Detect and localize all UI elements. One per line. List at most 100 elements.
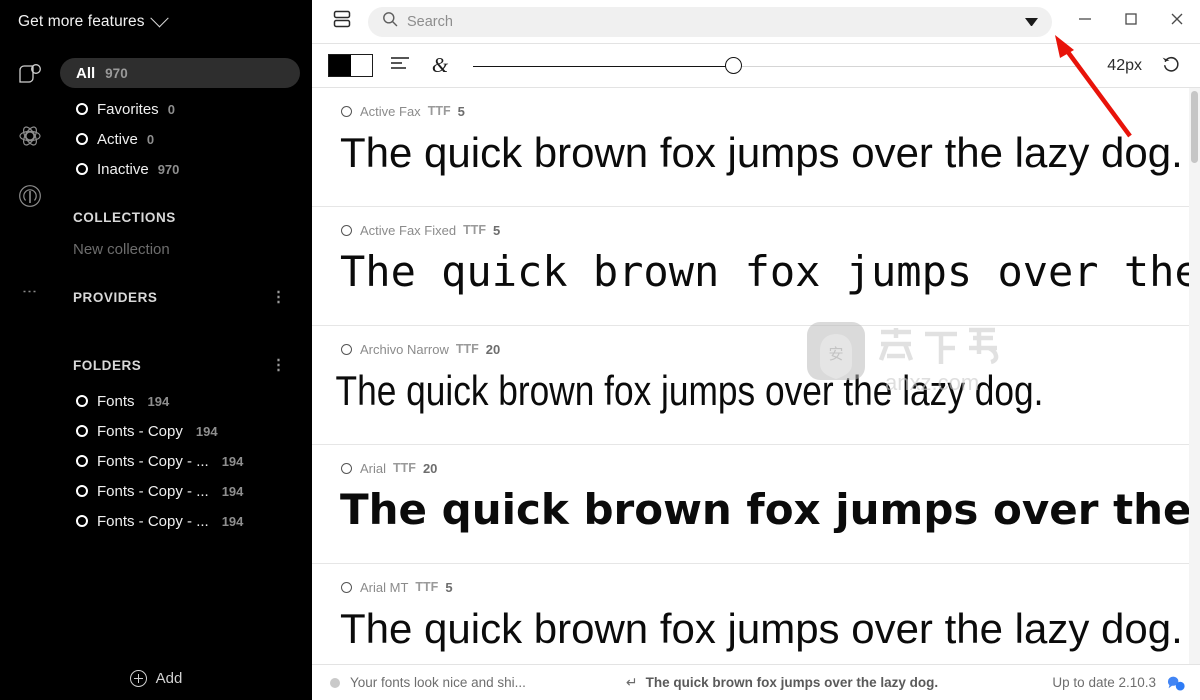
font-sample-text: The quick brown fox jumps over the lazy … <box>340 605 1183 652</box>
new-collection-label: New collection <box>73 240 170 258</box>
panel-layout-toggle[interactable] <box>324 7 360 37</box>
font-row[interactable]: Arial MT TTF 5 The quick brown fox jumps… <box>312 564 1189 664</box>
search-input[interactable] <box>407 13 1016 30</box>
providers-more-icon[interactable]: ⋮ <box>271 290 286 305</box>
sidebar-item-favorites-label: Favorites <box>97 100 159 118</box>
folders-more-icon[interactable]: ⋮ <box>271 358 286 373</box>
circle-icon <box>76 395 88 407</box>
font-size-slider[interactable] <box>473 55 1078 77</box>
caret-down-icon[interactable] <box>1025 17 1038 26</box>
font-size-value: 42px <box>1107 56 1142 74</box>
font-list-area: Active Fax TTF 5 The quick brown fox jum… <box>312 88 1200 664</box>
status-bar: Your fonts look nice and shi... ↵ The qu… <box>312 664 1200 700</box>
font-style-count: 5 <box>457 103 465 119</box>
titlebar <box>312 0 1200 44</box>
chat-bubble-icon[interactable] <box>1166 674 1186 692</box>
providers-title: PROVIDERS <box>73 289 158 305</box>
activate-toggle-icon[interactable] <box>341 105 352 117</box>
folder-count: 194 <box>221 483 244 499</box>
status-preview-text: The quick brown fox jumps over the lazy … <box>645 675 939 690</box>
folder-item[interactable]: Fonts - Copy 194 <box>60 416 312 446</box>
version-status: Up to date 2.10.3 <box>1052 675 1156 690</box>
font-row[interactable]: Active Fax TTF 5 The quick brown fox jum… <box>312 88 1189 207</box>
activate-toggle-icon[interactable] <box>341 224 352 236</box>
folder-list: Fonts 194 Fonts - Copy 194 Fonts - Copy … <box>60 386 312 536</box>
font-name: Archivo Narrow <box>360 341 449 357</box>
font-style-count: 5 <box>445 579 453 595</box>
scrollbar-thumb[interactable] <box>1191 91 1198 163</box>
font-meta: Archivo Narrow TTF 20 <box>312 340 1189 358</box>
sidebar-item-inactive-label: Inactive <box>97 160 149 178</box>
slider-knob[interactable] <box>724 57 742 74</box>
status-preview[interactable]: ↵ The quick brown fox jumps over the laz… <box>536 674 1043 691</box>
preview-toolbar: & 42px <box>312 44 1200 88</box>
activate-toggle-icon[interactable] <box>341 581 352 593</box>
circle-icon <box>76 163 88 175</box>
vertical-scrollbar[interactable] <box>1189 88 1200 664</box>
text-align-button[interactable] <box>387 54 413 77</box>
slider-fill <box>473 65 734 68</box>
add-button[interactable]: Add <box>0 656 312 700</box>
folder-count: 194 <box>221 513 244 529</box>
ampersand-icon: & <box>431 53 449 77</box>
maximize-icon <box>1122 10 1140 33</box>
main-panel: & 42px <box>312 0 1200 700</box>
sidebar-nav: All 970 Favorites 0 Active 0 Inactive 97… <box>60 48 312 536</box>
font-sample-text: The quick brown fox jumps over the lazy … <box>340 485 1189 534</box>
folder-item[interactable]: Fonts 194 <box>60 386 312 416</box>
black-white-swatch[interactable] <box>328 54 373 77</box>
section-header-providers: PROVIDERS ⋮ <box>60 280 312 314</box>
font-style-count: 20 <box>485 341 501 357</box>
search-bar[interactable] <box>368 6 1052 37</box>
font-meta: Active Fax TTF 5 <box>312 102 1189 120</box>
reset-size-button[interactable] <box>1156 52 1186 79</box>
font-format: TTF <box>463 223 487 237</box>
sidebar-item-favorites-count: 0 <box>167 101 175 117</box>
activate-toggle-icon[interactable] <box>341 343 352 355</box>
folder-item[interactable]: Fonts - Copy - ... 194 <box>60 476 312 506</box>
sidebar-item-active-label: Active <box>97 130 138 148</box>
minimize-icon <box>1076 10 1094 33</box>
sidebar-item-all-label: All <box>76 64 96 82</box>
close-button[interactable] <box>1154 0 1200 43</box>
sidebar-item-inactive-count: 970 <box>157 161 180 177</box>
sidebar-item-active[interactable]: Active 0 <box>60 124 312 154</box>
font-format: TTF <box>427 104 451 118</box>
sidebar-item-favorites[interactable]: Favorites 0 <box>60 94 312 124</box>
folder-item[interactable]: Fonts - Copy - ... 194 <box>60 446 312 476</box>
sidebar: Get more features ⋮ All 970 Favorites 0 … <box>0 0 312 700</box>
app-window: Get more features ⋮ All 970 Favorites 0 … <box>0 0 1200 700</box>
font-name: Active Fax Fixed <box>360 222 457 238</box>
folder-label: Fonts - Copy <box>97 422 183 440</box>
sidebar-item-inactive[interactable]: Inactive 970 <box>60 154 312 184</box>
sidebar-rail-more-icon[interactable]: ⋮ <box>21 284 38 298</box>
circle-icon <box>76 133 88 145</box>
font-row[interactable]: Arial TTF 20 The quick brown fox jumps o… <box>312 445 1189 564</box>
font-row[interactable]: Active Fax Fixed TTF 5 The quick brown f… <box>312 207 1189 326</box>
sidebar-item-all[interactable]: All 970 <box>60 58 300 88</box>
font-name: Arial <box>360 460 387 476</box>
rail-item-fonts[interactable] <box>8 54 52 98</box>
font-meta: Arial TTF 20 <box>312 459 1189 477</box>
new-collection-item[interactable]: New collection <box>60 234 312 264</box>
font-style-count: 20 <box>422 460 438 476</box>
circle-icon <box>76 425 88 437</box>
glyph-view-button[interactable]: & <box>427 53 453 78</box>
font-style-count: 5 <box>493 222 501 238</box>
font-row[interactable]: Archivo Narrow TTF 20 The quick brown fo… <box>312 326 1189 445</box>
plus-circle-icon <box>129 669 147 687</box>
activate-toggle-icon[interactable] <box>341 462 352 474</box>
font-name: Arial MT <box>360 579 409 595</box>
text-align-icon <box>389 54 411 77</box>
folder-item[interactable]: Fonts - Copy - ... 194 <box>60 506 312 536</box>
folder-label: Fonts - Copy - ... <box>97 482 209 500</box>
minimize-button[interactable] <box>1062 0 1108 43</box>
get-more-features-button[interactable]: Get more features <box>0 0 312 44</box>
font-name: Active Fax <box>360 103 421 119</box>
rail-item-providers[interactable] <box>8 174 52 218</box>
maximize-button[interactable] <box>1108 0 1154 43</box>
rail-item-collections[interactable] <box>8 114 52 158</box>
collections-title: COLLECTIONS <box>73 209 176 225</box>
folder-label: Fonts <box>97 392 135 410</box>
font-sample-text: The quick brown fox jumps over the lazy … <box>335 367 1044 414</box>
